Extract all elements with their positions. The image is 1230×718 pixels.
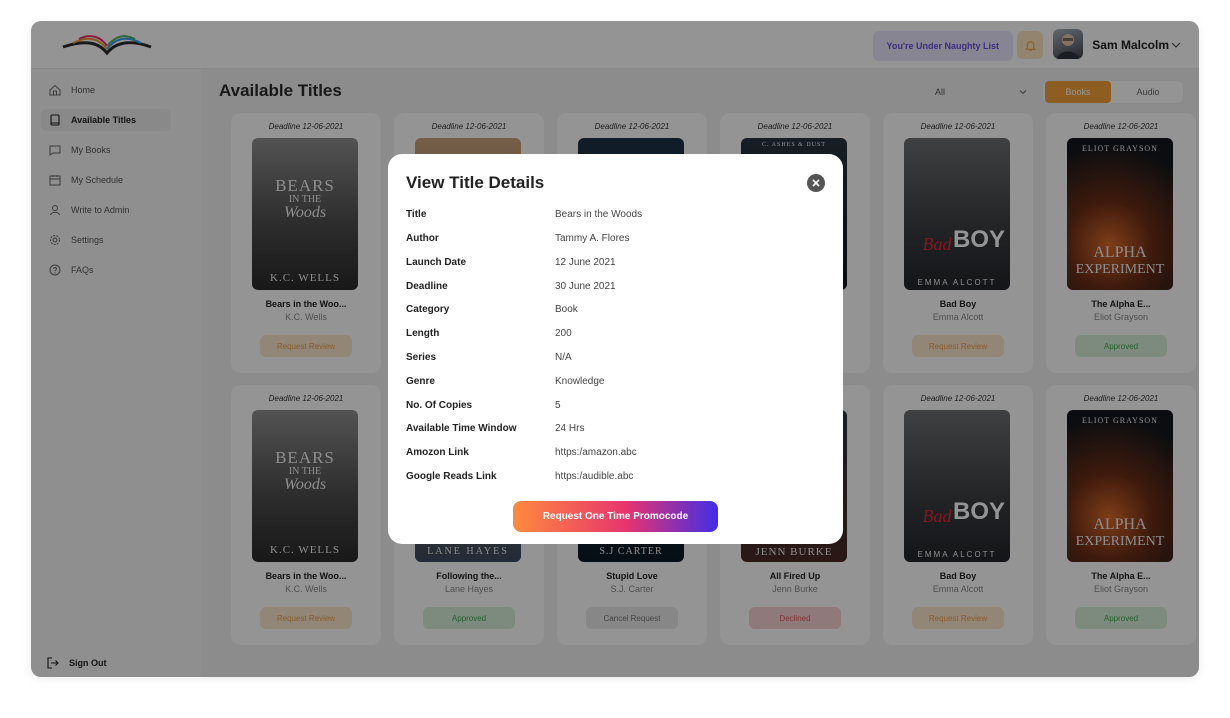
detail-value: 200 [555,328,572,339]
detail-value: N/A [555,352,572,363]
detail-key: Launch Date [406,257,467,268]
google-reads-link[interactable]: https:/audible.abc [555,471,815,482]
title-details-modal: View Title Details Title Bears in the Woo… [388,154,843,544]
request-promocode-button[interactable]: Request One Time Promocode [513,501,718,532]
detail-value: 5 [555,400,561,411]
close-icon [812,179,820,187]
detail-value: Bears in the Woods [555,209,643,220]
detail-key: Title [406,209,427,220]
detail-key: No. Of Copies [406,400,473,411]
detail-value: 30 June 2021 [555,281,616,292]
detail-key: Genre [406,376,435,387]
detail-key: Length [406,328,440,339]
detail-value: Knowledge [555,376,605,387]
detail-key: Google Reads Link [406,471,497,482]
detail-key: Category [406,304,450,315]
detail-value: Book [555,304,578,315]
modal-title: View Title Details [406,173,545,192]
detail-key: Available Time Window [406,423,517,434]
detail-key: Author [406,233,439,244]
detail-key: Amozon Link [406,447,469,458]
close-button[interactable] [807,174,825,192]
detail-key: Deadline [406,281,448,292]
amazon-link[interactable]: https:/amazon.abc [555,447,815,458]
detail-value: 12 June 2021 [555,257,616,268]
detail-value: 24 Hrs [555,423,585,434]
detail-key: Series [406,352,437,363]
detail-value: Tammy A. Flores [555,233,630,244]
